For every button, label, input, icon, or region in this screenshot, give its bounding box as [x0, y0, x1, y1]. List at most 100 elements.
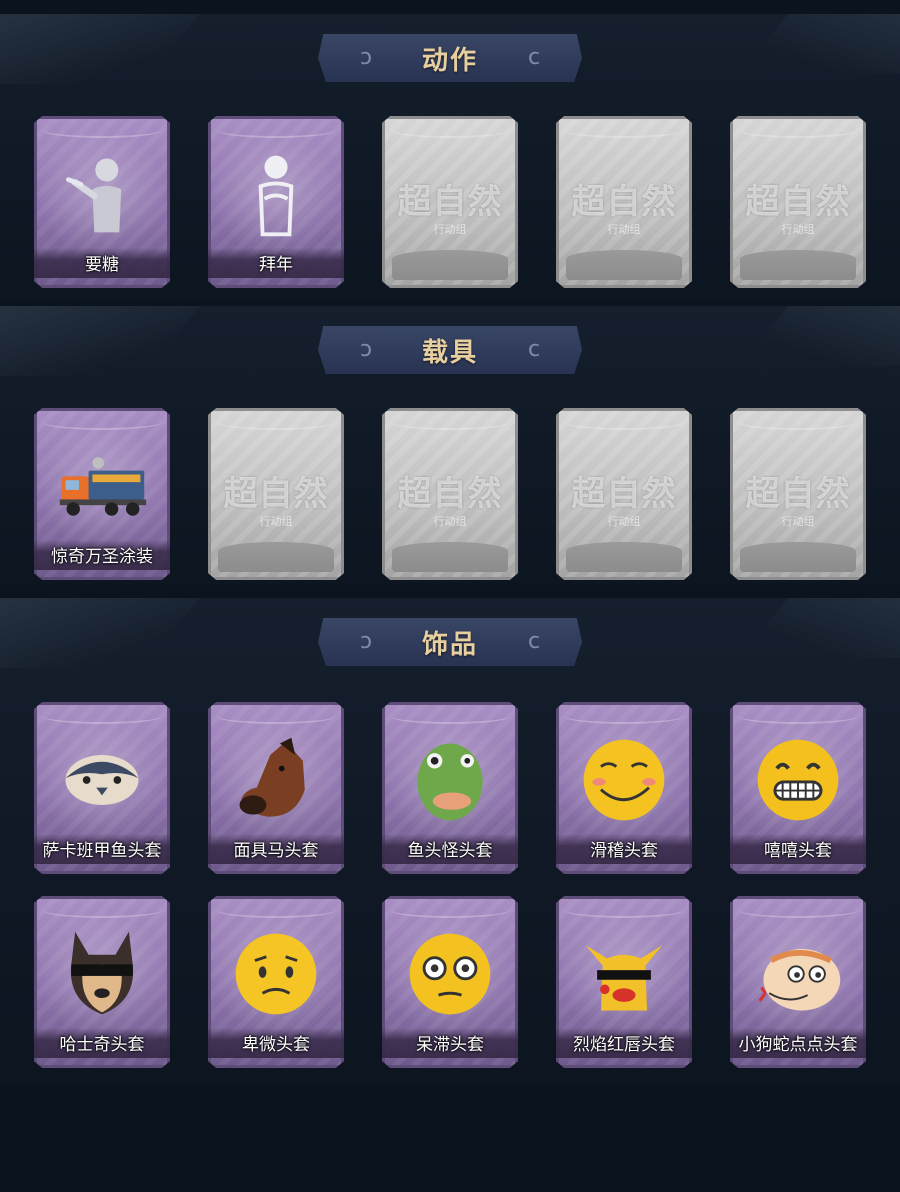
card-trim	[216, 902, 336, 918]
item-card[interactable]: 小狗蛇点点头套	[730, 896, 866, 1068]
card-trim	[738, 414, 858, 430]
card-trim	[390, 902, 510, 918]
placeholder-logo: 超自然 行动组	[382, 466, 518, 529]
pikachu-mask-icon	[576, 926, 672, 1022]
item-label: 烈焰红唇头套	[556, 1028, 692, 1058]
card-trim	[216, 708, 336, 724]
item-label: 滑稽头套	[556, 834, 692, 864]
placeholder-subtitle: 行动组	[781, 223, 815, 236]
section-header-accessories: ↄ 饰品 c	[318, 618, 582, 666]
item-card[interactable]: 呆滞头套	[382, 896, 518, 1068]
item-card[interactable]: 面具马头套	[208, 702, 344, 874]
placeholder-logo: 超自然 行动组	[730, 174, 866, 237]
card-trim	[564, 902, 684, 918]
placeholder-title: 超自然	[745, 182, 851, 222]
placeholder-title: 超自然	[571, 182, 677, 222]
locked-item-card[interactable]: 超自然 行动组	[730, 116, 866, 288]
card-trim	[390, 708, 510, 724]
item-card[interactable]: 惊奇万圣涂装	[34, 408, 170, 580]
card-trim	[564, 414, 684, 430]
smirk-emoji-mask-icon	[576, 732, 672, 828]
item-label: 呆滞头套	[382, 1028, 518, 1058]
item-card[interactable]: 拜年	[208, 116, 344, 288]
placeholder-subtitle: 行动组	[433, 515, 467, 528]
placeholder-subtitle: 行动组	[433, 223, 467, 236]
card-trim	[390, 414, 510, 430]
horse-mask-icon	[228, 732, 324, 828]
card-base	[218, 542, 334, 572]
card-base	[740, 250, 856, 280]
ornament-right-icon: c	[527, 337, 541, 362]
ornament-right-icon: c	[527, 45, 541, 70]
ornament-left-icon: ↄ	[359, 337, 373, 362]
item-card[interactable]: 哈士奇头套	[34, 896, 170, 1068]
placeholder-title: 超自然	[223, 474, 329, 514]
ornament-right-icon: c	[527, 629, 541, 654]
truck-icon	[54, 438, 150, 534]
card-base	[566, 542, 682, 572]
section-header-actions: ↄ 动作 c	[318, 34, 582, 82]
card-trim	[42, 122, 162, 138]
humble-emoji-mask-icon	[228, 926, 324, 1022]
locked-item-card[interactable]: 超自然 行动组	[556, 116, 692, 288]
item-label: 鱼头怪头套	[382, 834, 518, 864]
ornament-left-icon: ↄ	[359, 45, 373, 70]
card-trim	[564, 122, 684, 138]
placeholder-subtitle: 行动组	[607, 515, 641, 528]
item-label: 嘻嘻头套	[730, 834, 866, 864]
item-label: 惊奇万圣涂装	[34, 540, 170, 570]
placeholder-logo: 超自然 行动组	[556, 466, 692, 529]
item-label: 萨卡班甲鱼头套	[34, 834, 170, 864]
card-trim	[42, 902, 162, 918]
green-fish-mask-icon	[402, 732, 498, 828]
pose-figure-icon	[228, 146, 324, 242]
section-header-vehicles: ↄ 载具 c	[318, 326, 582, 374]
item-card[interactable]: 要糖	[34, 116, 170, 288]
section-title: 载具	[421, 337, 478, 368]
placeholder-logo: 超自然 行动组	[382, 174, 518, 237]
item-label: 要糖	[34, 248, 170, 278]
fish-mask-icon	[54, 732, 150, 828]
card-trim	[42, 708, 162, 724]
husky-mask-icon	[54, 926, 150, 1022]
placeholder-logo: 超自然 行动组	[730, 466, 866, 529]
item-card[interactable]: 滑稽头套	[556, 702, 692, 874]
placeholder-title: 超自然	[397, 474, 503, 514]
item-label: 哈士奇头套	[34, 1028, 170, 1058]
item-card[interactable]: 卑微头套	[208, 896, 344, 1068]
card-trim	[216, 414, 336, 430]
item-label: 面具马头套	[208, 834, 344, 864]
card-base	[392, 542, 508, 572]
snake-mask-icon	[750, 926, 846, 1022]
grin-emoji-mask-icon	[750, 732, 846, 828]
section-title: 饰品	[421, 629, 478, 660]
ornament-left-icon: ↄ	[359, 629, 373, 654]
item-card[interactable]: 嘻嘻头套	[730, 702, 866, 874]
item-card[interactable]: 烈焰红唇头套	[556, 896, 692, 1068]
locked-item-card[interactable]: 超自然 行动组	[382, 408, 518, 580]
placeholder-subtitle: 行动组	[607, 223, 641, 236]
card-trim	[738, 902, 858, 918]
card-base	[566, 250, 682, 280]
locked-item-card[interactable]: 超自然 行动组	[382, 116, 518, 288]
card-base	[740, 542, 856, 572]
placeholder-subtitle: 行动组	[259, 515, 293, 528]
item-card[interactable]: 鱼头怪头套	[382, 702, 518, 874]
item-label: 拜年	[208, 248, 344, 278]
placeholder-title: 超自然	[397, 182, 503, 222]
card-base	[392, 250, 508, 280]
card-trim	[390, 122, 510, 138]
card-trim	[564, 708, 684, 724]
item-label: 小狗蛇点点头套	[730, 1028, 866, 1058]
placeholder-logo: 超自然 行动组	[556, 174, 692, 237]
placeholder-subtitle: 行动组	[781, 515, 815, 528]
placeholder-logo: 超自然 行动组	[208, 466, 344, 529]
locked-item-card[interactable]: 超自然 行动组	[208, 408, 344, 580]
item-card[interactable]: 萨卡班甲鱼头套	[34, 702, 170, 874]
card-trim	[738, 708, 858, 724]
locked-item-card[interactable]: 超自然 行动组	[556, 408, 692, 580]
card-trim	[42, 414, 162, 430]
locked-item-card[interactable]: 超自然 行动组	[730, 408, 866, 580]
placeholder-title: 超自然	[745, 474, 851, 514]
section-title: 动作	[421, 45, 478, 76]
